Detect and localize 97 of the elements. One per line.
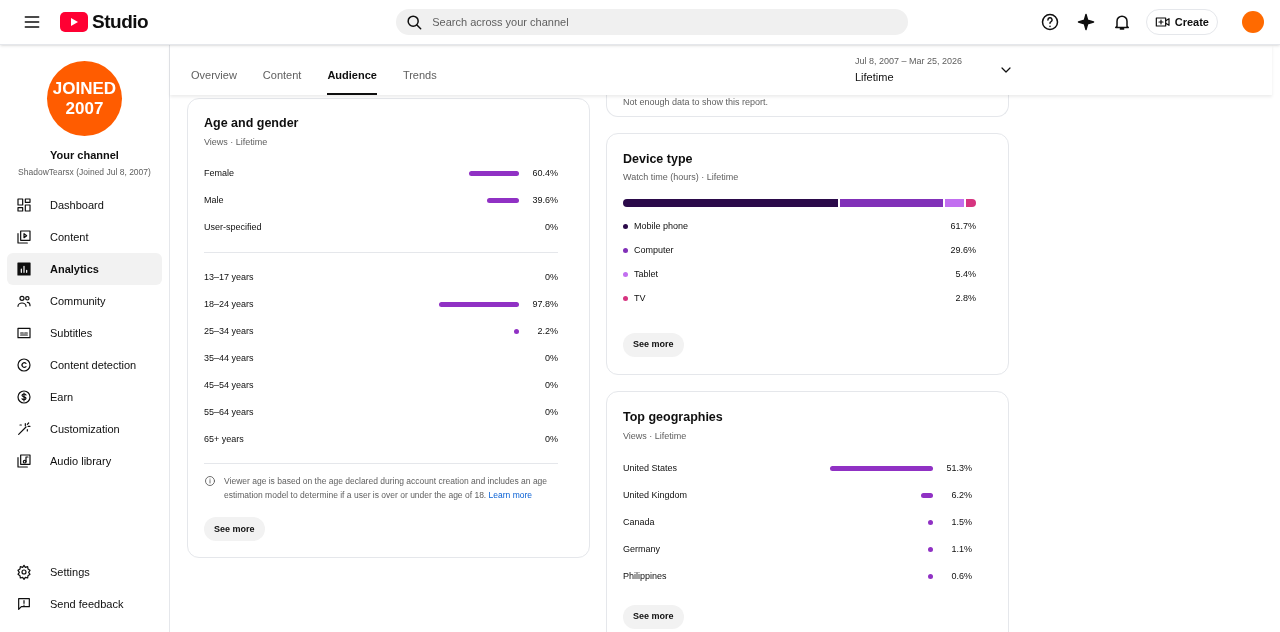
avatar-text: 2007 — [65, 98, 104, 119]
sidebar-item[interactable]: Customization — [7, 413, 162, 446]
info-icon — [204, 475, 216, 488]
play-logo-icon — [60, 12, 88, 32]
grid-icon — [16, 197, 32, 214]
bar-fill — [928, 547, 933, 552]
music-library-icon — [16, 453, 32, 470]
legend-label: Computer — [634, 244, 675, 257]
legend-value: 2.8% — [955, 292, 976, 305]
row-label: 18–24 years — [204, 298, 255, 311]
bar-fill — [486, 198, 519, 204]
video-plus-icon — [1154, 14, 1171, 30]
sidebar-item[interactable]: Analytics — [7, 253, 162, 286]
card-subtitle: Views · Lifetime — [623, 429, 688, 443]
row-value: 0.6% — [950, 569, 972, 583]
row-label: Male — [204, 194, 225, 207]
row-label: 35–44 years — [204, 352, 255, 365]
legend-value: 5.4% — [955, 268, 976, 281]
sidebar-item[interactable]: Send feedback — [7, 588, 162, 620]
learn-more-link[interactable]: Learn more — [488, 490, 533, 501]
row-value: 97.8% — [531, 298, 558, 311]
see-more-button[interactable]: See more — [623, 332, 684, 357]
row-value: 0% — [544, 433, 558, 446]
sidebar-item[interactable]: Content — [7, 221, 162, 254]
row-value: 39.6% — [531, 194, 558, 207]
row-value: 0% — [544, 352, 558, 365]
bar-chart-icon — [16, 261, 32, 278]
see-more-button[interactable]: See more — [204, 517, 265, 542]
row-value: 0% — [544, 379, 558, 392]
date-range-picker[interactable]: Jul 8, 2007 – Mar 25, 2026 Lifetime — [855, 55, 1015, 85]
row-value: 1.1% — [950, 542, 972, 556]
legend-value: 61.7% — [950, 220, 976, 233]
dollar-icon — [16, 389, 32, 406]
row-value: 2.2% — [536, 325, 558, 338]
sidebar-item[interactable]: Settings — [7, 556, 162, 588]
bar-fill — [928, 520, 933, 525]
row-label: Canada — [623, 515, 656, 529]
feedback-icon — [16, 596, 32, 612]
magic-wand-icon — [16, 421, 32, 438]
tab[interactable]: Trends — [402, 66, 437, 95]
card-subtitle: Watch time (hours) · Lifetime — [623, 171, 740, 185]
row-label: United Kingdom — [623, 488, 689, 502]
legend-label: Mobile phone — [634, 220, 690, 233]
legend-value: 29.6% — [950, 244, 976, 257]
help-icon — [1039, 12, 1060, 32]
row-value: 0% — [544, 271, 558, 284]
bar-fill — [920, 493, 933, 498]
row-label: User-specified — [204, 221, 263, 234]
tab[interactable]: Content — [262, 66, 302, 95]
channel-subtitle: ShadowTearsx (Joined Jul 8, 2007) — [17, 165, 152, 179]
row-label: Philippines — [623, 569, 668, 583]
avatar-text: JOINED — [52, 78, 117, 99]
row-label: 55–64 years — [204, 406, 255, 419]
card-subtitle: Views · Lifetime — [204, 135, 269, 149]
people-icon — [16, 293, 32, 310]
row-value: 1.5% — [950, 515, 972, 529]
bar-fill — [514, 329, 519, 335]
bar-fill — [469, 171, 519, 177]
bar-fill — [928, 574, 933, 579]
age-note: Viewer age is based on the age declared during account creation and includes an age estimation model to determine if a user is over or under the age of 18. Learn more — [224, 475, 549, 503]
card-title: Top geographies — [623, 408, 724, 426]
sidebar-item[interactable]: Dashboard — [7, 189, 162, 222]
row-label: 45–54 years — [204, 379, 255, 392]
row-value: 6.2% — [950, 488, 972, 502]
legend-label: TV — [634, 292, 647, 305]
row-label: Female — [204, 167, 235, 180]
sparkle-icon — [1075, 12, 1096, 32]
settings-icon — [16, 564, 32, 580]
row-label: Germany — [623, 542, 661, 556]
period-label: Lifetime — [855, 69, 895, 85]
row-value: 51.3% — [945, 461, 972, 475]
logo-text: Studio — [92, 9, 149, 34]
tab[interactable]: Audience — [327, 66, 377, 95]
legend-label: Tablet — [634, 268, 660, 281]
date-range-text: Jul 8, 2007 – Mar 25, 2026 — [855, 55, 963, 68]
row-value: 60.4% — [531, 167, 558, 180]
channel-title: Your channel — [49, 148, 120, 163]
row-label: 25–34 years — [204, 325, 255, 338]
sidebar-item[interactable]: Community — [7, 285, 162, 318]
video-library-icon — [16, 229, 32, 246]
row-label: United States — [623, 461, 679, 475]
sidebar-item[interactable]: Earn — [7, 381, 162, 414]
row-label: 65+ years — [204, 433, 245, 446]
search-field[interactable]: Search across your channel — [396, 9, 909, 35]
tab[interactable]: Overview — [191, 66, 237, 95]
sidebar-item[interactable]: Subtitles — [7, 317, 162, 350]
account-avatar[interactable] — [1242, 11, 1264, 33]
row-value: 0% — [544, 221, 558, 234]
sidebar-item[interactable]: Content detection — [7, 349, 162, 382]
row-label: 13–17 years — [204, 271, 255, 284]
see-more-button[interactable]: See more — [623, 605, 684, 629]
row-value: 0% — [544, 406, 558, 419]
card-title: Device type — [623, 150, 694, 168]
sidebar-item[interactable]: Audio library — [7, 445, 162, 478]
card-title: Age and gender — [204, 115, 300, 132]
copyright-icon — [16, 357, 32, 374]
empty-message: Not enough data to show this report. — [623, 96, 770, 109]
